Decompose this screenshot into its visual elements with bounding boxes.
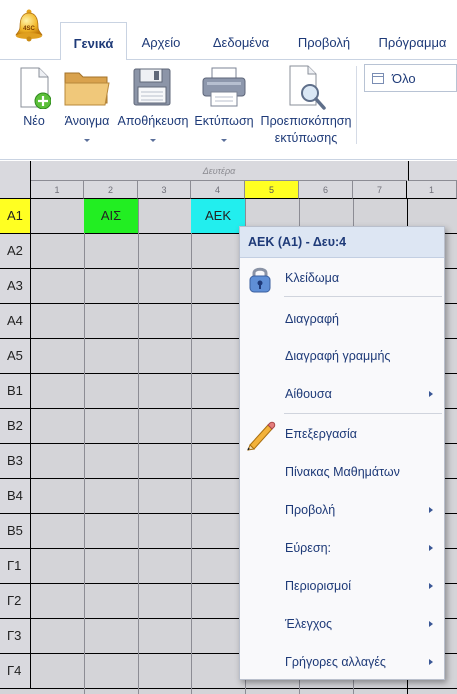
column-divider (138, 199, 139, 694)
menu-item-find[interactable]: Εύρεση: (240, 531, 444, 565)
row-header[interactable]: Γ4 (0, 654, 31, 688)
floppy-disk-icon (133, 68, 171, 106)
menu-item-lock[interactable]: Κλείδωμα (240, 261, 444, 295)
menu-item-label: Πίνακας Μαθημάτων (285, 465, 400, 479)
period-header[interactable]: 6 (299, 181, 353, 199)
period-header[interactable]: 4 (191, 181, 245, 199)
context-menu-header: ΑΕΚ (A1) - Δευ:4 (240, 227, 444, 258)
grid-corner (0, 161, 31, 199)
period-header[interactable]: 7 (353, 181, 407, 199)
row-header[interactable]: B2 (0, 409, 31, 443)
menu-item-room[interactable]: Αίθουσα (240, 377, 444, 411)
ribbon-separator (356, 66, 357, 144)
tab-view[interactable]: Προβολή (288, 22, 360, 60)
row-header[interactable]: B3 (0, 444, 31, 478)
new-button[interactable]: Νέο (12, 60, 56, 150)
menu-item-label: Γρήγορες αλλαγές (285, 655, 386, 669)
save-dropdown-arrow[interactable] (150, 139, 156, 142)
print-preview-icon (289, 65, 326, 110)
tab-file[interactable]: Αρχείο (130, 22, 192, 60)
menu-item-edit[interactable]: Επεξεργασία (240, 417, 444, 451)
calendar-icon (372, 73, 384, 84)
submenu-arrow-icon (429, 659, 433, 665)
menu-item-delete-row[interactable]: Διαγραφή γραμμής (240, 339, 444, 373)
row-header[interactable]: B5 (0, 514, 31, 548)
row-header[interactable]: A4 (0, 304, 31, 338)
period-header[interactable]: 1 (31, 181, 84, 199)
menu-item-view[interactable]: Προβολή (240, 493, 444, 527)
row-header[interactable]: B4 (0, 479, 31, 513)
menu-item-label: Διαγραφή γραμμής (285, 349, 391, 363)
save-button[interactable]: Αποθήκευση (116, 60, 190, 150)
row-header[interactable]: A3 (0, 269, 31, 303)
new-button-label: Νέο (23, 114, 45, 128)
print-button-label: Εκτύπωση (194, 114, 254, 128)
filter-combobox[interactable]: Όλο (364, 64, 457, 92)
column-divider (191, 199, 192, 694)
period-header[interactable]: 2 (84, 181, 138, 199)
menu-item-label: Περιορισμοί (285, 579, 351, 593)
new-document-icon (20, 67, 51, 109)
menu-item-constraints[interactable]: Περιορισμοί (240, 569, 444, 603)
menu-item-check[interactable]: Έλεγχος (240, 607, 444, 641)
period-header-row: 1 2 3 4 5 6 7 1 (31, 181, 457, 199)
lesson-cell[interactable]: ΑΙΣ (84, 199, 138, 233)
menu-item-label: Κλείδωμα (285, 271, 340, 285)
row-header[interactable]: Γ1 (0, 549, 31, 583)
ribbon-panel: Νέο Άνοιγμα Αποθήκευση Εκτύπωση Προεπισκ… (0, 59, 457, 160)
period-header[interactable]: 1 (407, 181, 457, 199)
menu-item-label: Επεξεργασία (285, 427, 358, 441)
pencil-icon (247, 421, 276, 451)
submenu-arrow-icon (429, 507, 433, 513)
tab-schedule[interactable]: Πρόγραμμα (368, 22, 457, 60)
lesson-cell-selected[interactable]: ΑΕΚ (191, 199, 245, 233)
menu-item-delete[interactable]: Διαγραφή (240, 302, 444, 336)
row-header[interactable]: Γ2 (0, 584, 31, 618)
menu-item-lesson-table[interactable]: Πίνακας Μαθημάτων (240, 455, 444, 489)
day-header: Δευτέρα (31, 161, 407, 181)
submenu-arrow-icon (429, 583, 433, 589)
menu-item-label: Προβολή (285, 503, 336, 517)
row-header[interactable]: B1 (0, 374, 31, 408)
print-preview-button[interactable]: Προεπισκόπηση εκτύπωσης (258, 60, 354, 150)
ribbon-tabs: Γενικά Αρχείο Δεδομένα Προβολή Πρόγραμμα (0, 22, 457, 60)
menu-item-label: Διαγραφή (285, 312, 339, 326)
period-header[interactable]: 3 (138, 181, 191, 199)
period-header-highlighted[interactable]: 5 (245, 181, 299, 199)
open-dropdown-arrow[interactable] (84, 139, 90, 142)
next-day-header (408, 161, 457, 181)
submenu-arrow-icon (429, 621, 433, 627)
menu-item-label: Έλεγχος (285, 617, 333, 631)
tab-data[interactable]: Δεδομένα (196, 22, 286, 60)
row-header[interactable]: Γ3 (0, 619, 31, 653)
save-button-label: Αποθήκευση (117, 114, 189, 128)
submenu-arrow-icon (429, 545, 433, 551)
filter-value: Όλο (392, 71, 416, 86)
menu-separator (284, 413, 442, 414)
menu-item-quick-changes[interactable]: Γρήγορες αλλαγές (240, 645, 444, 679)
open-button-label: Άνοιγμα (64, 114, 110, 128)
folder-icon (64, 72, 110, 106)
printer-icon (202, 67, 246, 107)
print-dropdown-arrow[interactable] (221, 139, 227, 142)
print-preview-button-label: Προεπισκόπηση εκτύπωσης (260, 114, 352, 145)
row-header-highlighted[interactable]: A1 (0, 199, 31, 233)
print-button[interactable]: Εκτύπωση (192, 60, 256, 150)
menu-item-label: Αίθουσα (285, 387, 332, 401)
tab-general[interactable]: Γενικά (60, 22, 127, 60)
row-header[interactable]: A5 (0, 339, 31, 373)
menu-separator (284, 296, 442, 297)
padlock-icon (249, 267, 271, 293)
submenu-arrow-icon (429, 391, 433, 397)
row-header[interactable]: A2 (0, 234, 31, 268)
context-menu: ΑΕΚ (A1) - Δευ:4 Κλείδωμα Διαγραφή Διαγρ… (239, 226, 445, 680)
open-button[interactable]: Άνοιγμα (60, 60, 114, 150)
menu-item-label: Εύρεση: (285, 541, 331, 555)
column-divider (84, 199, 85, 694)
